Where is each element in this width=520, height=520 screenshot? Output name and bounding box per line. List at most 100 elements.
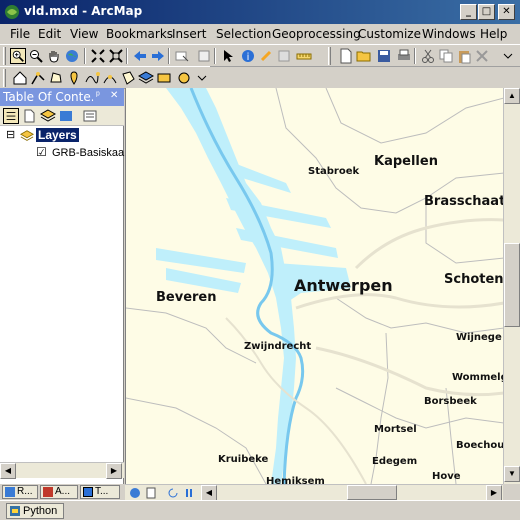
- map-label-antwerpen: Antwerpen: [294, 276, 393, 295]
- scroll-left-arrow-icon[interactable]: ◀: [201, 485, 217, 501]
- home-icon[interactable]: [12, 70, 28, 86]
- delete-icon[interactable]: [474, 48, 490, 64]
- back-arrow-icon[interactable]: [132, 48, 148, 64]
- save-disk-icon[interactable]: [376, 48, 392, 64]
- list-by-source-icon[interactable]: [22, 108, 38, 124]
- list-by-drawing-order-icon[interactable]: [3, 108, 19, 124]
- print-icon[interactable]: [396, 48, 412, 64]
- list-by-selection-icon[interactable]: [58, 108, 74, 124]
- full-extent-globe-icon[interactable]: [64, 48, 80, 64]
- map-label-hove: Hove: [432, 471, 461, 482]
- select-features-icon[interactable]: [174, 48, 190, 64]
- toc-header: Table Of Conte... ᵖ ✕: [0, 88, 124, 106]
- maximize-button[interactable]: □: [478, 4, 495, 20]
- menu-customize[interactable]: Customize: [358, 27, 421, 41]
- menu-selection[interactable]: Selection: [216, 27, 271, 41]
- pin-icon[interactable]: ᵖ: [96, 90, 100, 101]
- toc-layer-grb-basiskaart[interactable]: ☑ GRB-Basiskaa: [36, 145, 124, 162]
- toc-horizontal-scrollbar[interactable]: ◀ ▶: [0, 462, 124, 479]
- python-label: Python: [23, 505, 58, 517]
- hyperlink-icon[interactable]: [258, 48, 274, 64]
- list-by-visibility-icon[interactable]: [40, 108, 56, 124]
- select-elements-arrow-icon[interactable]: [220, 48, 236, 64]
- draw-toolbar: [0, 66, 210, 89]
- toolbar-overflow-chevron-icon[interactable]: [500, 48, 516, 64]
- scroll-right-arrow-icon[interactable]: ▶: [486, 485, 502, 501]
- tab-t[interactable]: T...: [80, 485, 120, 499]
- python-window-tab[interactable]: Python: [6, 503, 64, 519]
- pause-drawing-icon[interactable]: [183, 487, 195, 499]
- toc-root-layers[interactable]: ⊟ Layers: [6, 128, 122, 144]
- menu-bookmarks[interactable]: Bookmarks: [106, 27, 173, 41]
- tab-a[interactable]: A...: [40, 485, 78, 499]
- copy-icon[interactable]: [438, 48, 454, 64]
- map-vertical-scrollbar[interactable]: ▲ ▼: [503, 88, 520, 484]
- layout-view-icon[interactable]: [145, 487, 157, 499]
- vertical-scroll-thumb[interactable]: [504, 243, 520, 327]
- draw-circle-icon[interactable]: [176, 70, 192, 86]
- scroll-left-arrow-icon[interactable]: ◀: [0, 463, 16, 479]
- html-popup-icon[interactable]: [276, 48, 292, 64]
- close-button[interactable]: ✕: [498, 4, 515, 20]
- menu-insert[interactable]: Insert: [172, 27, 206, 41]
- zoom-in-icon[interactable]: [10, 48, 26, 64]
- cut-scissors-icon[interactable]: [420, 48, 436, 64]
- identify-icon[interactable]: i: [240, 48, 256, 64]
- map-label-hemiksem: Hemiksem: [266, 476, 325, 484]
- menu-view[interactable]: View: [70, 27, 98, 41]
- map-display[interactable]: Antwerpen Kapellen Brasschaat Stabroek B…: [125, 88, 503, 484]
- tab-icon-t: [83, 487, 93, 497]
- collapse-toggle-icon[interactable]: ⊟: [6, 128, 15, 141]
- toc-close-icon[interactable]: ✕: [110, 90, 118, 101]
- menu-help[interactable]: Help: [480, 27, 507, 41]
- toc-toolbar: [0, 106, 124, 126]
- map-horizontal-scrollbar[interactable]: ◀ ▶: [125, 484, 503, 501]
- layers-stack-icon[interactable]: [138, 70, 154, 86]
- menu-file[interactable]: File: [10, 27, 30, 41]
- menu-edit[interactable]: Edit: [38, 27, 61, 41]
- draw-polygon-icon[interactable]: [48, 70, 64, 86]
- clear-selection-icon[interactable]: [196, 48, 212, 64]
- map-label-boechout: Boechou: [456, 440, 503, 451]
- menu-geoprocessing[interactable]: Geoprocessing: [272, 27, 361, 41]
- scroll-down-arrow-icon[interactable]: ▼: [504, 466, 520, 482]
- tab-label: A...: [55, 486, 71, 497]
- toc-tab-bar: R... A... T...: [0, 484, 124, 500]
- python-icon: [10, 506, 20, 516]
- draw-point-icon[interactable]: [66, 70, 82, 86]
- data-view-icon[interactable]: [129, 487, 141, 499]
- draw-freehand-icon[interactable]: [84, 70, 100, 86]
- title-bar: vld.mxd - ArcMap _ □ ✕: [0, 0, 520, 24]
- measure-ruler-icon[interactable]: [296, 48, 312, 64]
- fixed-zoom-in-icon[interactable]: [90, 48, 106, 64]
- draw-line-icon[interactable]: [30, 70, 46, 86]
- scroll-up-arrow-icon[interactable]: ▲: [504, 88, 520, 104]
- map-label-zwijndrecht: Zwijndrecht: [244, 341, 312, 352]
- arcmap-app-icon: [5, 5, 19, 19]
- tab-r[interactable]: R...: [2, 485, 38, 499]
- minimize-button[interactable]: _: [460, 4, 477, 20]
- window-title: vld.mxd - ArcMap: [24, 4, 143, 18]
- toc-options-icon[interactable]: [82, 108, 98, 124]
- draw-curve-icon[interactable]: [102, 70, 118, 86]
- menu-bar: File Edit View Bookmarks Insert Selectio…: [0, 24, 520, 44]
- new-document-icon[interactable]: [338, 48, 354, 64]
- fixed-zoom-out-icon[interactable]: [108, 48, 124, 64]
- layer-visibility-checkbox[interactable]: ☑: [36, 145, 47, 159]
- tab-icon-a: [43, 487, 53, 497]
- horizontal-scroll-thumb[interactable]: [347, 485, 397, 500]
- paste-icon[interactable]: [456, 48, 472, 64]
- menu-windows[interactable]: Windows: [422, 27, 476, 41]
- toolbar-grip[interactable]: [328, 47, 331, 65]
- toolbar-overflow-chevron-icon[interactable]: [194, 70, 210, 86]
- forward-arrow-icon[interactable]: [150, 48, 166, 64]
- refresh-icon[interactable]: [167, 487, 179, 499]
- zoom-out-icon[interactable]: [28, 48, 44, 64]
- toolbar-grip[interactable]: [3, 47, 6, 65]
- toolbar-grip[interactable]: [3, 69, 6, 87]
- draw-rectangle-icon[interactable]: [120, 70, 136, 86]
- open-folder-icon[interactable]: [356, 48, 372, 64]
- pan-hand-icon[interactable]: [46, 48, 62, 64]
- add-point-icon[interactable]: [156, 70, 172, 86]
- scroll-right-arrow-icon[interactable]: ▶: [106, 463, 122, 479]
